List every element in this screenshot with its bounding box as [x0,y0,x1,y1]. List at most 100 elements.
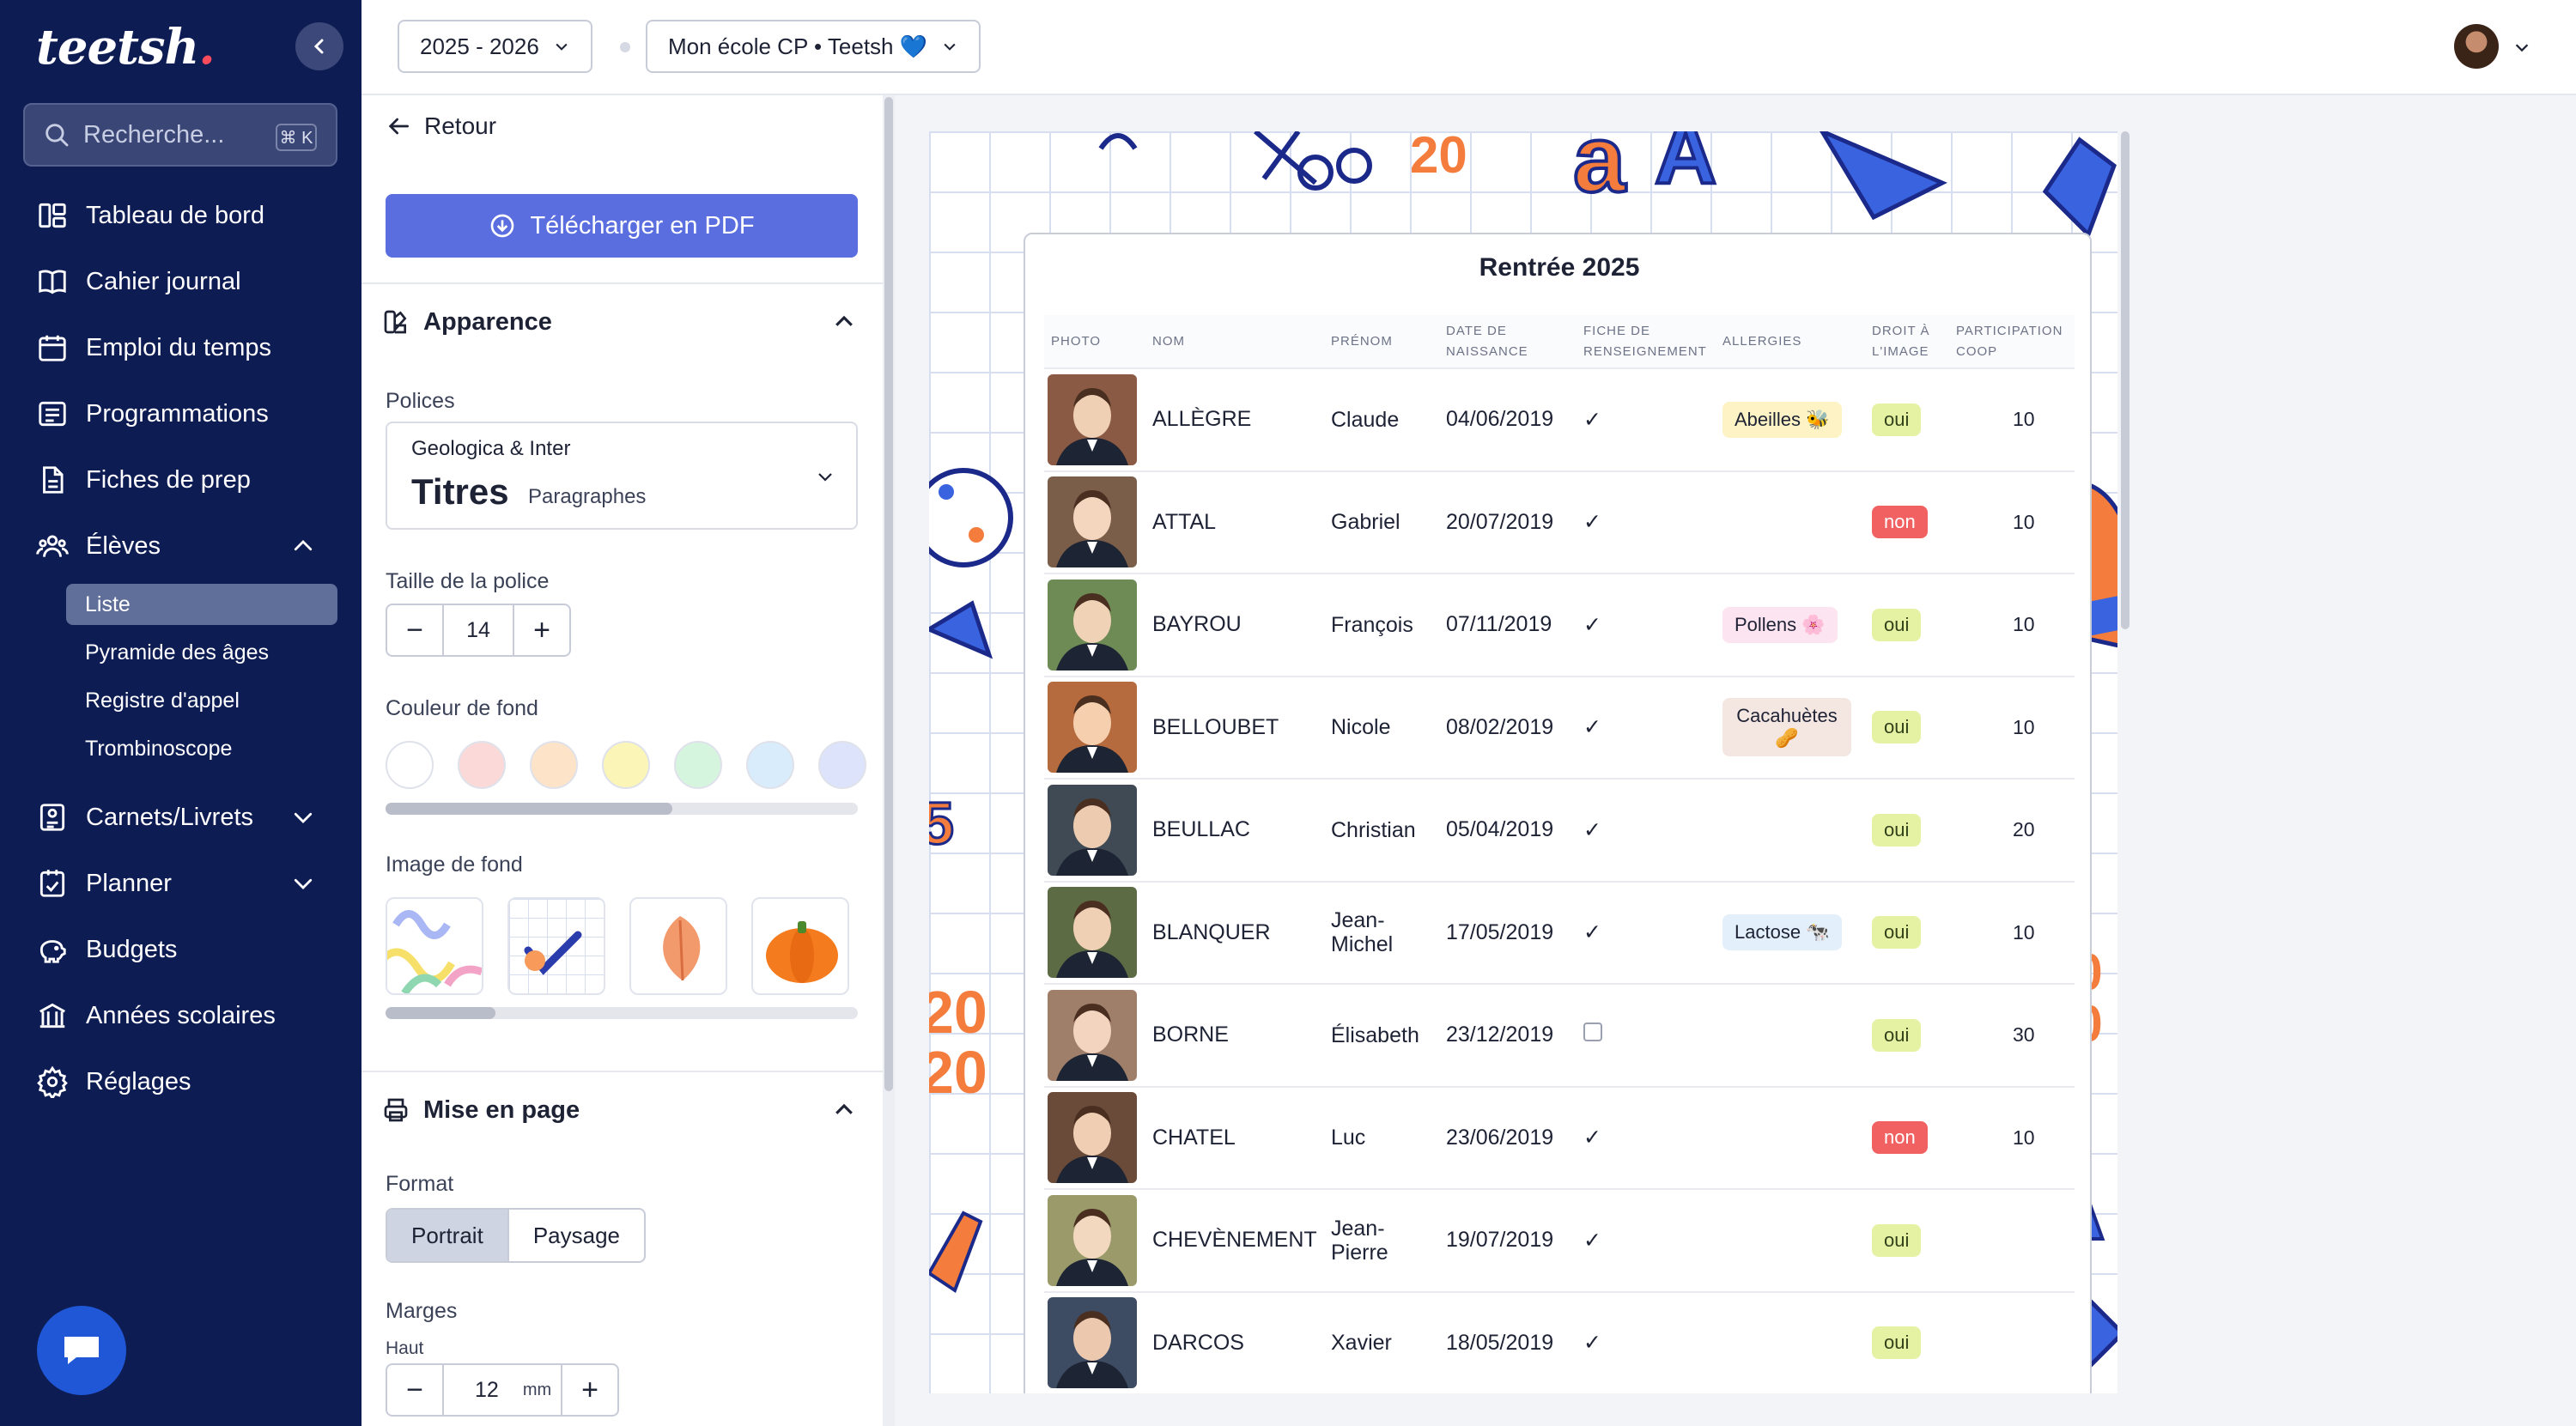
format-landscape-option[interactable]: Paysage [509,1210,644,1261]
coop-amount: 10 [1949,1086,2075,1190]
student-lastname: CHATEL [1145,1086,1324,1190]
bg-image-pumpkin[interactable] [751,897,849,995]
sidebar-subitem-label: Liste [85,592,131,616]
chevron-down-icon [556,43,568,51]
student-lastname: DARCOS [1145,1291,1324,1393]
table-row: DARCOS Xavier 18/05/2019 ✓ oui [1044,1291,2075,1393]
col-photo: PHOTO [1044,315,1145,369]
back-button[interactable]: Retour [385,112,496,140]
sidebar-item-reglages[interactable]: Réglages [36,1058,191,1106]
checkmark-icon: ✓ [1583,407,1601,432]
collapse-sidebar-button[interactable] [295,22,343,70]
search-shortcut: ⌘ K [276,124,317,151]
sidebar-item-eleves[interactable]: Élèves [36,522,328,570]
user-avatar[interactable] [2454,24,2499,69]
color-swatch[interactable] [602,741,650,789]
sidebar-item-programmations[interactable]: Programmations [36,390,269,438]
student-lastname: BORNE [1145,984,1324,1088]
sidebar-subitem-pyramide[interactable]: Pyramide des âges [66,632,269,673]
sidebar-item-planner[interactable]: Planner [36,859,328,907]
image-rights-badge: oui [1872,1018,1922,1052]
color-swatch[interactable] [386,741,434,789]
preview-scrollbar[interactable] [2121,131,2129,629]
margin-top-label: Haut [386,1338,424,1358]
coop-amount: 10 [1949,368,2075,472]
student-photo [1048,579,1137,671]
sidebar-item-annees-scolaires[interactable]: Années scolaires [36,992,276,1040]
margin-top-input[interactable]: 12 mm [442,1365,562,1415]
sidebar-item-cahier-journal[interactable]: Cahier journal [36,258,241,306]
color-swatch[interactable] [746,741,794,789]
sidebar-subitem-registre[interactable]: Registre d'appel [66,680,240,721]
increase-margin-button[interactable]: + [562,1365,617,1415]
sidebar-item-emploi-du-temps[interactable]: Emploi du temps [36,324,271,372]
checkmark-icon: ✓ [1583,920,1601,945]
checkmark-icon: ✓ [1583,510,1601,535]
layout-section-header[interactable]: Mise en page [361,1071,883,1148]
sidebar-item-carnets[interactable]: Carnets/Livrets [36,793,328,841]
chat-support-button[interactable] [37,1306,126,1395]
student-lastname: BLANQUER [1145,881,1324,985]
bg-image-scrollbar[interactable] [386,1007,858,1019]
student-lastname: BEULLAC [1145,779,1324,883]
color-swatch[interactable] [458,741,506,789]
table-row: BEULLAC Christian 05/04/2019 ✓ oui 20 [1044,779,2075,883]
coop-amount [1949,1291,2075,1393]
col-droit-image: DROIT À L'IMAGE [1865,315,1949,369]
sidebar-item-fiches-de-prep[interactable]: Fiches de prep [36,456,251,504]
dashboard-icon [39,203,66,228]
color-swatch[interactable] [530,741,578,789]
sidebar-item-dashboard[interactable]: Tableau de bord [36,191,264,240]
bg-image-school-grid[interactable] [507,897,605,995]
bg-color-scrollbar[interactable] [386,803,858,815]
svg-text:A: A [1655,131,1716,202]
col-nom: NOM [1145,315,1324,369]
student-firstname: Xavier [1324,1291,1439,1393]
font-select[interactable]: Geologica & Inter Titres Paragraphes [386,422,858,530]
bg-image-squiggles[interactable] [386,897,483,995]
checkmark-icon: ✓ [1583,715,1601,740]
image-rights-badge: oui [1872,403,1922,436]
users-icon [36,535,69,557]
teetsh-logo[interactable]: teetsh. [36,19,216,76]
student-firstname: Christian [1324,779,1439,883]
appearance-section-header[interactable]: Apparence [361,282,883,360]
font-size-stepper: − 14 + [386,604,571,657]
margin-unit: mm [522,1380,552,1399]
search-icon [46,124,69,147]
font-size-input[interactable]: 14 [442,605,514,655]
panel-scrollbar[interactable] [883,95,895,1426]
coop-amount: 10 [1949,881,2075,985]
student-firstname: Élisabeth [1324,984,1439,1088]
margin-top-stepper: − 12 mm + [386,1363,619,1417]
decrease-margin-button[interactable]: − [387,1365,442,1415]
chevron-left-icon [313,39,324,54]
color-swatch[interactable] [674,741,722,789]
col-allergies: ALLERGIES [1716,315,1865,369]
svg-text:20: 20 [929,979,987,1046]
chevron-down-icon[interactable] [2512,38,2531,57]
format-portrait-option[interactable]: Portrait [387,1210,509,1261]
color-swatch[interactable] [818,741,866,789]
sidebar-subitem-trombinoscope[interactable]: Trombinoscope [66,728,232,769]
sidebar-subitem-liste[interactable]: Liste [66,584,337,625]
download-pdf-button[interactable]: Télécharger en PDF [386,194,858,258]
decrease-font-size-button[interactable]: − [387,605,442,655]
school-class-dropdown[interactable]: Mon école CP • Teetsh 💙 [646,20,981,73]
allergy-badge: Pollens 🌸 [1722,606,1838,643]
checkmark-icon: ✓ [1583,612,1601,637]
piggy-bank-icon [39,940,66,963]
coop-amount: 10 [1949,676,2075,780]
margins-label: Marges [386,1299,458,1323]
school-year-dropdown[interactable]: 2025 - 2026 [398,20,592,73]
student-list-sheet: Rentrée 2025 PHOTO NOM PRÉNOM DATE DE NA… [1024,233,2092,1393]
student-firstname: Jean-Michel [1324,881,1439,985]
sidebar-item-label: Planner [86,869,172,897]
image-rights-badge: oui [1872,813,1922,846]
increase-font-size-button[interactable]: + [514,605,569,655]
separator-dot [620,42,630,52]
sidebar-item-budgets[interactable]: Budgets [36,925,177,974]
bg-image-leaf[interactable] [629,897,727,995]
sidebar-item-label: Années scolaires [86,1001,276,1029]
search-input[interactable]: Recherche... ⌘ K [23,103,337,167]
